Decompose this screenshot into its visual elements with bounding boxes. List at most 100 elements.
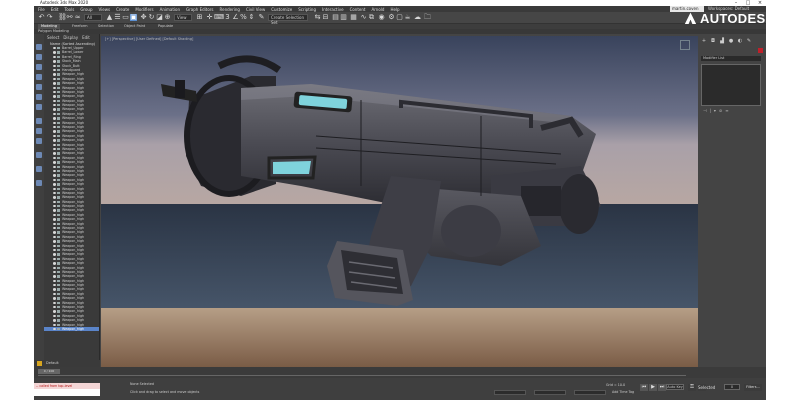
visibility-icon[interactable]: [53, 292, 56, 296]
viewcube[interactable]: [680, 40, 690, 50]
visibility-icon[interactable]: [53, 227, 56, 230]
explorer-geometry-icon[interactable]: [36, 54, 42, 60]
visibility-icon[interactable]: [53, 191, 56, 195]
visibility-icon[interactable]: [53, 205, 56, 208]
layer-icon[interactable]: [37, 361, 42, 366]
toggle-scene-explorer-icon[interactable]: ▤: [332, 14, 339, 21]
visibility-icon[interactable]: [53, 253, 56, 256]
visibility-icon[interactable]: [53, 240, 56, 243]
visibility-icon[interactable]: [53, 275, 56, 278]
toggle-ribbon-icon[interactable]: ▦: [350, 14, 357, 21]
explorer-tab-display[interactable]: Display: [63, 34, 78, 42]
move-icon[interactable]: ✥: [140, 14, 147, 21]
render-iteration-icon[interactable]: ☁: [414, 14, 421, 21]
menu-item-file[interactable]: File: [38, 7, 45, 12]
visibility-icon[interactable]: [53, 231, 56, 234]
visibility-icon[interactable]: [53, 68, 56, 72]
utilities-tab-icon[interactable]: ✎: [746, 38, 752, 44]
visibility-icon[interactable]: [53, 152, 56, 155]
select-object-icon[interactable]: ▲: [106, 14, 113, 21]
selected-filter[interactable]: Selected: [698, 384, 715, 391]
menu-item-group[interactable]: Group: [80, 7, 92, 12]
visibility-icon[interactable]: [53, 248, 56, 252]
display-tab-icon[interactable]: ◐: [737, 38, 743, 44]
menu-item-animation[interactable]: Animation: [160, 7, 180, 12]
visibility-icon[interactable]: [53, 284, 56, 287]
redo-icon[interactable]: ↷: [46, 14, 53, 21]
go-to-start-icon[interactable]: ⏮: [640, 384, 648, 391]
motion-tab-icon[interactable]: ●: [728, 38, 734, 44]
visibility-icon[interactable]: [53, 90, 56, 94]
schematic-view-icon[interactable]: ⧉: [368, 14, 375, 21]
spinner-snap-icon[interactable]: ⇕: [248, 14, 255, 21]
menu-item-views[interactable]: Views: [99, 7, 111, 12]
place-icon[interactable]: ⊕: [164, 14, 171, 21]
explorer-spacewarps-icon[interactable]: [36, 104, 42, 110]
explorer-helpers-icon[interactable]: [36, 94, 42, 100]
visibility-icon[interactable]: [53, 156, 56, 160]
visibility-icon[interactable]: [53, 161, 56, 164]
explorer-cameras-icon[interactable]: [36, 84, 42, 90]
visibility-icon[interactable]: [53, 130, 56, 133]
window-crossing-icon[interactable]: ▣: [130, 14, 137, 21]
modifier-stack[interactable]: [701, 64, 761, 106]
visibility-icon[interactable]: [53, 77, 56, 81]
go-to-end-icon[interactable]: ⏭: [658, 384, 666, 391]
visibility-icon[interactable]: [53, 165, 56, 168]
visibility-icon[interactable]: [53, 147, 56, 151]
link-icon[interactable]: ⛓: [58, 14, 67, 21]
add-time-tag[interactable]: Add Time Tag: [612, 390, 634, 394]
selection-filter-dropdown[interactable]: All: [84, 14, 102, 21]
menu-item-tools[interactable]: Tools: [64, 7, 74, 12]
menu-item-rendering[interactable]: Rendering: [220, 7, 240, 12]
modify-tab-icon[interactable]: ◘: [710, 38, 716, 44]
visibility-icon[interactable]: [53, 297, 56, 300]
key-filters-button[interactable]: Filters...: [744, 384, 762, 391]
visibility-icon[interactable]: [53, 310, 56, 313]
visibility-icon[interactable]: [53, 112, 56, 116]
explorer-shapes-icon[interactable]: [36, 64, 42, 70]
menu-item-scripting[interactable]: Scripting: [298, 7, 316, 12]
time-slider[interactable]: 0 / 100: [38, 369, 60, 374]
bind-space-warp-icon[interactable]: ≈: [74, 14, 81, 21]
undo-icon[interactable]: ↶: [38, 14, 45, 21]
visibility-icon[interactable]: [53, 200, 56, 204]
explorer-groups-icon[interactable]: [36, 118, 42, 124]
create-selection-set-dropdown[interactable]: Create Selection Set: [268, 14, 308, 25]
menu-item-graph-editors[interactable]: Graph Editors: [186, 7, 213, 12]
maxscript-listener[interactable]: -- called from top-level: [34, 383, 100, 396]
visibility-icon[interactable]: [53, 288, 56, 291]
visibility-icon[interactable]: [53, 51, 56, 54]
hierarchy-tab-icon[interactable]: ▟: [719, 38, 725, 44]
visibility-icon[interactable]: [53, 121, 56, 125]
modifier-list-dropdown[interactable]: Modifier List: [701, 56, 761, 61]
edit-named-selection-icon[interactable]: ✎: [258, 14, 265, 21]
material-editor-icon[interactable]: ◉: [378, 14, 385, 21]
maxscript-input[interactable]: [34, 389, 100, 396]
render-production-icon[interactable]: ☕: [404, 14, 411, 21]
y-coordinate-field[interactable]: [534, 390, 566, 395]
visibility-icon[interactable]: [53, 279, 56, 283]
visibility-icon[interactable]: [53, 213, 56, 217]
visibility-icon[interactable]: [53, 126, 56, 129]
visibility-icon[interactable]: [53, 196, 56, 199]
visibility-icon[interactable]: [53, 270, 56, 274]
create-tab-icon[interactable]: +: [701, 38, 707, 44]
visibility-icon[interactable]: [53, 64, 56, 67]
curve-editor-icon[interactable]: ∿: [360, 14, 367, 21]
visibility-icon[interactable]: [53, 174, 56, 177]
explorer-tab-select[interactable]: Select: [47, 34, 59, 42]
visibility-icon[interactable]: [53, 218, 56, 221]
explorer-tab-edit[interactable]: Edit: [82, 34, 90, 42]
visibility-icon[interactable]: [53, 319, 56, 322]
polygon-modeling-label[interactable]: Polygon Modeling: [38, 29, 69, 33]
visibility-icon[interactable]: [53, 187, 56, 190]
visibility-icon[interactable]: [53, 47, 56, 50]
menu-item-edit[interactable]: Edit: [51, 7, 59, 12]
select-by-name-icon[interactable]: ☰: [114, 14, 121, 21]
align-icon[interactable]: ⊟: [322, 14, 329, 21]
toggle-layer-explorer-icon[interactable]: ▥: [340, 14, 347, 21]
visibility-icon[interactable]: [53, 73, 56, 76]
visibility-icon[interactable]: [53, 183, 56, 186]
play-icon[interactable]: ▶: [649, 384, 657, 391]
